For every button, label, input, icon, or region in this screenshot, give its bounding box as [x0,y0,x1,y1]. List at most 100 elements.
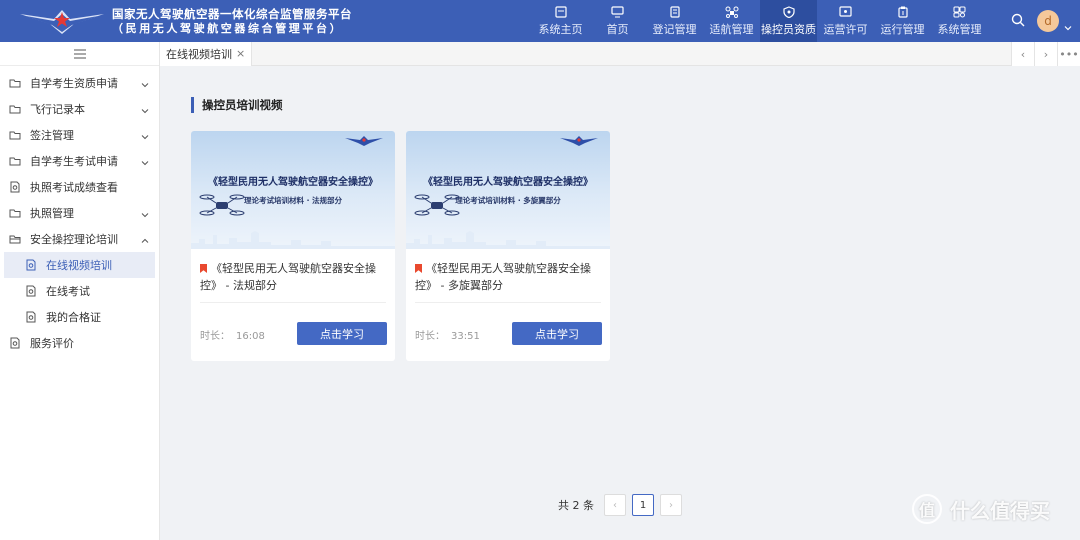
duration-label: 时长： [415,331,445,342]
video-title: 《轻型民用无人驾驶航空器安全操控》 - 多旋翼部分 [406,249,610,302]
page-number-button[interactable]: 1 [632,494,654,516]
tab-controls: ‹ › ••• [1011,42,1080,66]
sidebar-item-label: 在线视频培训 [46,259,112,272]
folder-icon [9,103,21,115]
file-search-icon [25,285,37,297]
sidebar-item-exam-application[interactable]: 自学考生考试申请 [0,148,159,174]
top-nav: 系统主页 首页 登记管理 适航管理 操控员资质 运营许可 运行管理 系统管理 [532,0,988,42]
sidebar-item-license-management[interactable]: 执照管理 [0,200,159,226]
tab-scroll-left-button[interactable]: ‹ [1011,42,1034,66]
nav-operator-qualification[interactable]: 操控员资质 [760,0,817,42]
platform-title: 国家无人驾驶航空器一体化综合监管服务平台 （民用无人驾驶航空器综合管理平台） [112,7,402,36]
home-page-icon [554,5,568,18]
nav-airworthiness[interactable]: 适航管理 [703,0,760,42]
clipboard-icon [896,6,910,18]
nav-system-home[interactable]: 系统主页 [532,0,589,42]
nav-label: 运行管理 [880,22,925,36]
monitor-icon [611,5,625,18]
sidebar-item-endorsement[interactable]: 签注管理 [0,122,159,148]
caac-logo [345,136,383,146]
nav-system-management[interactable]: 系统管理 [931,0,988,42]
hamburger-icon[interactable] [73,44,86,63]
duration-value: 33:51 [451,331,480,342]
avatar[interactable]: d [1037,10,1059,32]
tab-scroll-right-button[interactable]: › [1034,42,1057,66]
video-card[interactable]: 《轻型民用无人驾驶航空器安全操控》 理论考试培训材料 · 多旋翼部分 《轻型民用… [406,131,610,361]
start-learning-button[interactable]: 点击学习 [297,322,387,345]
nav-label: 操控员资质 [761,22,816,36]
sidebar-item-self-study-qualification[interactable]: 自学考生资质申请 [0,70,159,96]
chevron-down-icon[interactable] [1064,17,1072,31]
caac-logo [0,0,110,42]
chevron-down-icon [141,79,149,88]
duration-label: 时长： [200,331,230,342]
video-title: 《轻型民用无人驾驶航空器安全操控》 - 法规部分 [191,249,395,302]
sidebar-item-label: 在线考试 [46,285,90,298]
sidebar-item-online-exam[interactable]: 在线考试 [0,278,159,304]
file-search-icon [25,311,37,323]
tab-more-button[interactable]: ••• [1057,42,1080,66]
sidebar-item-online-video-training[interactable]: 在线视频培训 [4,252,155,278]
video-cover[interactable]: 《轻型民用无人驾驶航空器安全操控》 理论考试培训材料 · 法规部分 [191,131,395,249]
folder-icon [9,207,21,219]
sidebar-item-safety-training[interactable]: 安全操控理论培训 [0,226,159,252]
video-duration: 时长： 16:08 [200,327,265,342]
next-page-button[interactable]: › [660,494,682,516]
video-title-text: 《轻型民用无人驾驶航空器安全操控》 - 多旋翼部分 [415,262,591,292]
video-card[interactable]: 《轻型民用无人驾驶航空器安全操控》 理论考试培训材料 · 法规部分 《轻型民用无… [191,131,395,361]
sidebar-item-label: 自学考生资质申请 [30,77,118,90]
section-title: 操控员培训视频 [191,97,283,113]
watermark: 值 什么值得买 [912,494,1050,524]
file-search-icon [9,181,21,193]
tab-label: 在线视频培训 [166,47,232,61]
divider [200,302,386,303]
drone-icon [725,6,739,18]
main-content: 操控员培训视频 《轻型民用无人驾驶航空器安全操控》 理论考试培训材料 · 法规部… [160,66,1080,540]
cover-title: 《轻型民用无人驾驶航空器安全操控》 [208,177,378,188]
chevron-down-icon [141,157,149,166]
menu-toggle[interactable] [0,42,159,66]
sidebar-item-service-evaluation[interactable]: 服务评价 [0,330,159,356]
sidebar-item-exam-results[interactable]: 执照考试成绩查看 [0,174,159,200]
nav-home[interactable]: 首页 [589,0,646,42]
sidebar-item-label: 执照考试成绩查看 [30,181,118,194]
bookmark-icon [415,264,422,273]
chevron-up-icon [141,235,149,243]
sidebar-item-label: 执照管理 [30,207,74,220]
top-header: 国家无人驾驶航空器一体化综合监管服务平台 （民用无人驾驶航空器综合管理平台） 系… [0,0,1080,42]
city-skyline-illustration [406,231,610,249]
chevron-down-icon [141,105,149,114]
sidebar-item-label: 服务评价 [30,337,74,350]
nav-label: 运营许可 [823,22,868,36]
nav-registration[interactable]: 登记管理 [646,0,703,42]
video-cover[interactable]: 《轻型民用无人驾驶航空器安全操控》 理论考试培训材料 · 多旋翼部分 [406,131,610,249]
start-learning-button[interactable]: 点击学习 [512,322,602,345]
sidebar-item-flight-logbook[interactable]: 飞行记录本 [0,96,159,122]
pagination: 共 2 条 ‹ 1 › [558,494,688,516]
sidebar-item-my-certificate[interactable]: 我的合格证 [0,304,159,330]
settings-icon [953,6,967,18]
platform-title-line2: （民用无人驾驶航空器综合管理平台） [112,21,344,35]
sidebar-item-label: 安全操控理论培训 [30,233,118,246]
duration-value: 16:08 [236,331,265,342]
nav-label: 登记管理 [652,22,697,36]
nav-operation-management[interactable]: 运行管理 [874,0,931,42]
license-icon [839,5,853,18]
search-icon[interactable] [1011,12,1025,31]
nav-operating-license[interactable]: 运营许可 [817,0,874,42]
folder-open-icon [9,233,21,245]
nav-label: 系统管理 [937,22,982,36]
prev-page-button[interactable]: ‹ [604,494,626,516]
close-icon[interactable]: × [236,47,245,60]
cover-title: 《轻型民用无人驾驶航空器安全操控》 [423,177,593,188]
shield-icon [782,5,796,18]
drone-illustration [414,194,460,216]
folder-icon [9,129,21,141]
tab-online-video-training[interactable]: 在线视频培训 × [160,41,253,66]
platform-title-line1: 国家无人驾驶航空器一体化综合监管服务平台 [112,6,352,21]
header-user-area: d [1011,0,1072,42]
nav-label: 系统主页 [538,22,583,36]
drone-illustration [199,194,245,216]
register-icon [668,5,682,18]
chevron-down-icon [141,131,149,140]
